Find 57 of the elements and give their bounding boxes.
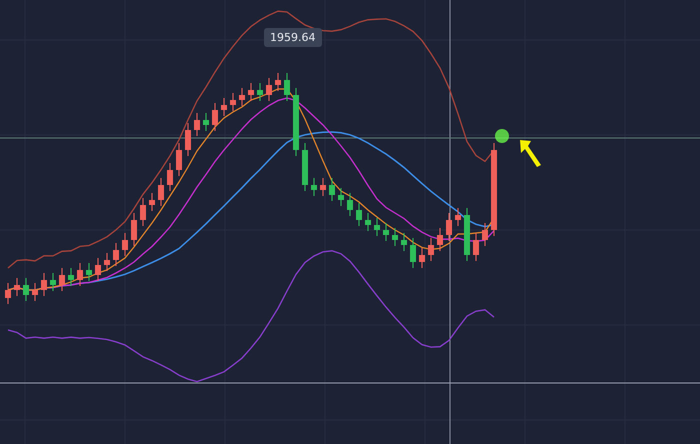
candlestick [158,178,164,206]
candlestick [50,272,56,292]
candlestick [392,228,398,246]
candlestick [401,232,407,252]
candlestick [356,202,362,226]
candlestick [410,238,416,268]
pointer-arrow-icon [520,140,541,167]
candlestick [257,82,263,102]
candlestick [320,178,326,196]
candlestick [302,142,308,192]
candlestick [149,192,155,212]
candlestick [140,198,146,226]
candlestick [194,112,200,136]
candlestick [5,282,11,304]
candlestick [293,88,299,156]
candlestick [122,232,128,256]
candlestick [77,262,83,286]
candlestick [365,212,371,232]
candlestick [131,212,137,246]
candlestick [95,258,101,282]
candlestick [185,122,191,156]
candlestick [437,228,443,252]
candlestick [41,272,47,296]
candlestick [203,112,209,132]
candlestick [464,208,470,262]
candlestick [167,162,173,192]
candlestick [338,188,344,206]
candlestick [311,178,317,196]
candlestick [482,222,488,246]
candlestick [275,72,281,92]
candlestick [86,262,92,282]
candlestick [473,232,479,262]
candlestick [329,178,335,202]
candlestick [383,222,389,242]
candlestick [113,242,119,266]
candlestick [239,88,245,106]
candlestick [68,268,74,286]
candlestick [446,212,452,242]
candlestick [221,98,227,116]
candlestick [14,278,20,296]
candlestick [374,218,380,236]
candlestick [176,142,182,176]
candlestick [23,278,29,302]
candlestick [104,252,110,272]
candlestick [428,238,434,262]
candlestick [32,282,38,302]
candlestick [455,208,461,226]
candlestick [212,102,218,132]
price-label: 1959.64 [264,28,322,47]
candlestick [347,192,353,216]
glow-dot [495,129,509,143]
candlestick [284,72,290,102]
candlestick [266,78,272,102]
candlestick [248,82,254,102]
candlestick [419,248,425,268]
candlestick [59,268,65,292]
candlestick [230,92,236,112]
